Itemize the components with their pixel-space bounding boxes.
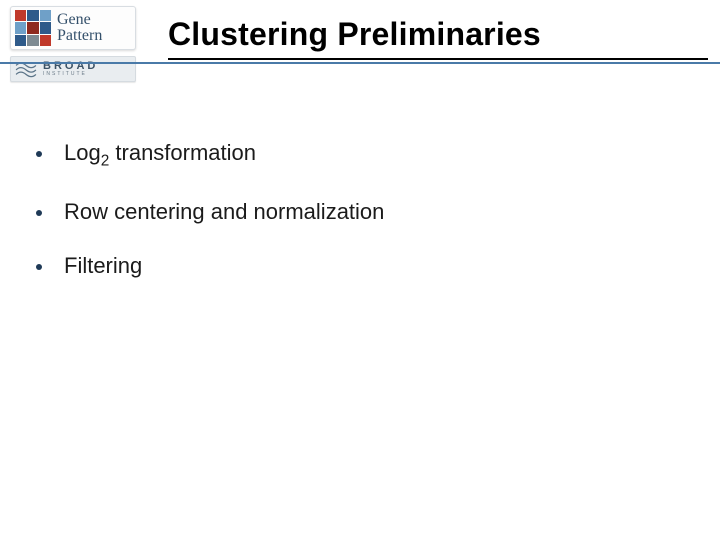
genepattern-grid-icon bbox=[15, 10, 51, 46]
bullet-icon bbox=[36, 151, 42, 157]
logo-line1: Gene bbox=[57, 12, 102, 28]
bullet-subscript: 2 bbox=[101, 152, 110, 169]
bullet-suffix: transformation bbox=[109, 140, 256, 165]
bullet-icon bbox=[36, 264, 42, 270]
content-area: Log2 transformation Row centering and no… bbox=[36, 140, 690, 308]
genepattern-logo: Gene Pattern bbox=[10, 6, 136, 50]
bullet-text: Row centering and normalization bbox=[64, 199, 384, 225]
broad-line2: INSTITUTE bbox=[43, 72, 98, 77]
broad-logo: BROAD INSTITUTE bbox=[10, 56, 136, 82]
genepattern-text: Gene Pattern bbox=[57, 12, 102, 44]
logo-line2: Pattern bbox=[57, 28, 102, 44]
list-item: Log2 transformation bbox=[36, 140, 690, 171]
bullet-text: Filtering bbox=[64, 253, 142, 279]
list-item: Filtering bbox=[36, 253, 690, 279]
slide: Gene Pattern BROAD INSTITUTE Clustering … bbox=[0, 0, 720, 540]
bullet-text: Log2 transformation bbox=[64, 140, 256, 171]
header-divider bbox=[0, 62, 720, 64]
title-underline bbox=[168, 58, 708, 60]
list-item: Row centering and normalization bbox=[36, 199, 690, 225]
header: Gene Pattern BROAD INSTITUTE Clustering … bbox=[0, 0, 720, 98]
bullet-prefix: Log bbox=[64, 140, 101, 165]
logo-block: Gene Pattern BROAD INSTITUTE bbox=[10, 6, 155, 82]
slide-title: Clustering Preliminaries bbox=[168, 16, 698, 53]
bullet-icon bbox=[36, 210, 42, 216]
